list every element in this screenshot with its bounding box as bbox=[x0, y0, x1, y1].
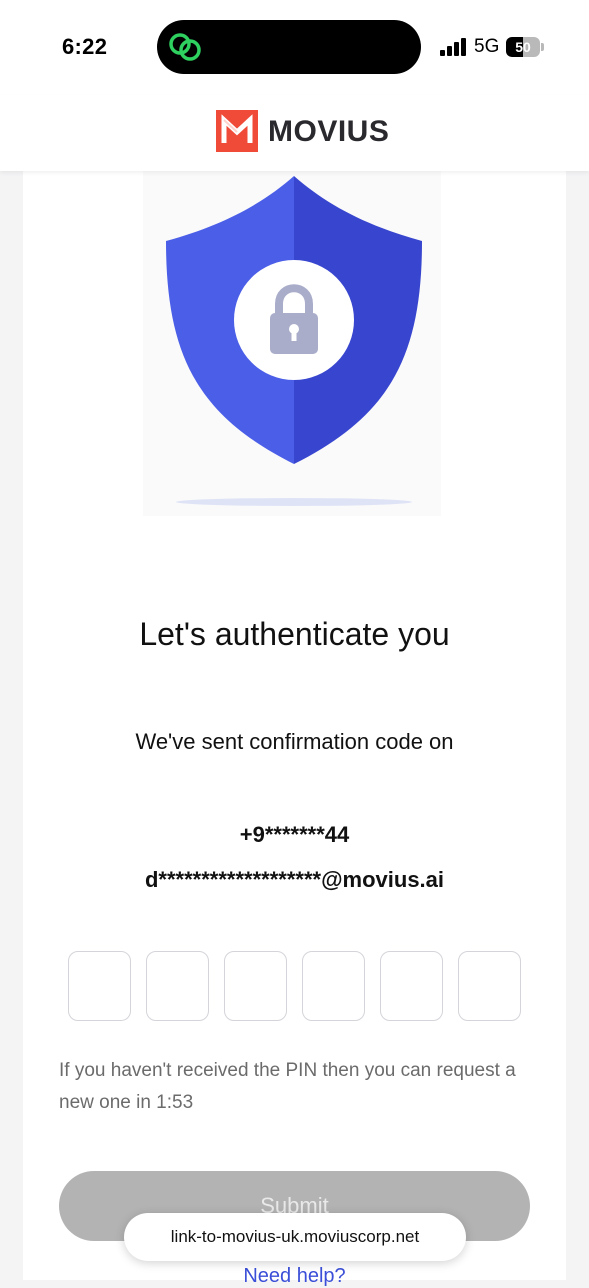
pin-digit-1[interactable] bbox=[68, 951, 131, 1021]
pin-digit-2[interactable] bbox=[146, 951, 209, 1021]
battery-nub bbox=[541, 43, 544, 51]
network-type: 5G bbox=[474, 36, 500, 57]
status-time: 6:22 bbox=[62, 34, 108, 59]
auth-card: Let's authenticate you We've sent confir… bbox=[23, 171, 566, 1287]
chat-rings-icon bbox=[169, 33, 201, 61]
pin-input-row bbox=[68, 951, 521, 1022]
need-help-link[interactable]: Need help? bbox=[23, 1265, 566, 1288]
status-bar: 6:22 5G 50 bbox=[0, 0, 589, 95]
signal-icon bbox=[440, 38, 466, 56]
app-header: MOVIUS bbox=[0, 95, 589, 171]
pin-digit-3[interactable] bbox=[224, 951, 287, 1021]
sent-code-text: We've sent confirmation code on bbox=[135, 729, 454, 754]
movius-m-logo-icon bbox=[216, 110, 258, 152]
pin-digit-4[interactable] bbox=[302, 951, 365, 1021]
battery-level: 50 bbox=[515, 39, 531, 55]
pin-digit-6[interactable] bbox=[458, 951, 521, 1021]
dynamic-island bbox=[157, 20, 421, 74]
pin-digit-5[interactable] bbox=[380, 951, 443, 1021]
browser-url-bar[interactable]: link-to-movius-uk.moviuscorp.net bbox=[124, 1213, 466, 1261]
shield-lock-icon bbox=[143, 171, 441, 516]
masked-email: d*******************@movius.ai bbox=[144, 867, 445, 892]
brand-name: MOVIUS bbox=[268, 115, 390, 148]
resend-pin-text: If you haven't received the PIN then you… bbox=[59, 1060, 516, 1113]
page-title: Let's authenticate you bbox=[139, 616, 450, 652]
battery-icon: 50 bbox=[506, 37, 540, 57]
masked-phone: +9*******44 bbox=[239, 822, 350, 847]
